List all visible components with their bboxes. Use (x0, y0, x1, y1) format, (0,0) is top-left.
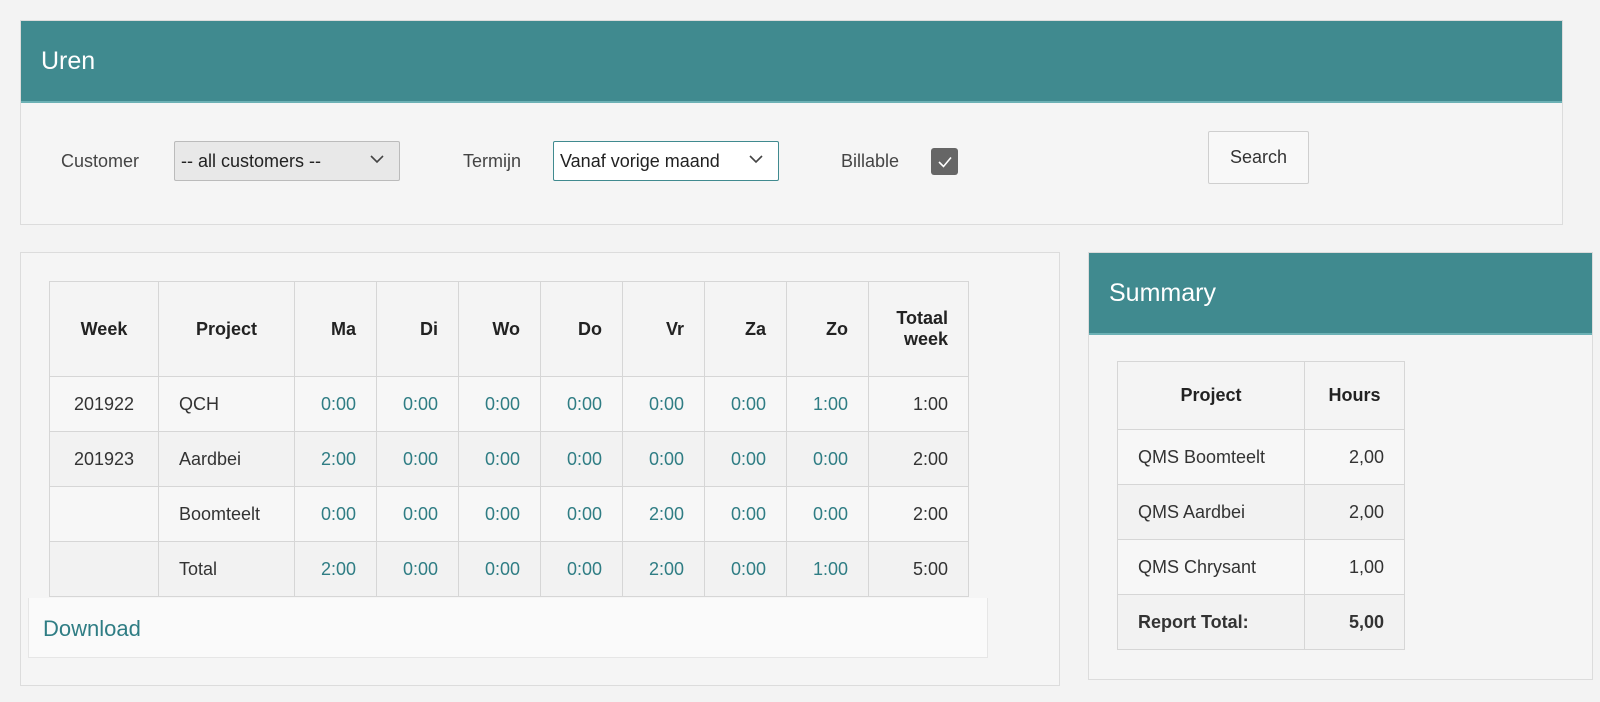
hours-link-za[interactable]: 0:00 (704, 431, 787, 487)
hours-link-wo[interactable]: 0:00 (458, 431, 541, 487)
column-header-di: Di (376, 281, 459, 377)
hours-link-zo[interactable]: 1:00 (786, 541, 869, 597)
hours-link-za[interactable]: 0:00 (704, 541, 787, 597)
termijn-label: Termijn (463, 151, 522, 171)
hours-link-zo[interactable]: 0:00 (786, 431, 869, 487)
column-header-zo: Zo (786, 281, 869, 377)
hours-link-di[interactable]: 0:00 (376, 431, 459, 487)
project-cell: Total (158, 541, 295, 597)
summary-project-cell: QMS Aardbei (1117, 484, 1305, 540)
summary-column-project: Project (1117, 361, 1305, 430)
filter-bar: Customer -- all customers -- Termijn Van… (21, 103, 1562, 223)
summary-project-cell: QMS Chrysant (1117, 539, 1305, 595)
hours-link-zo[interactable]: 1:00 (786, 376, 869, 432)
hours-link-di[interactable]: 0:00 (376, 541, 459, 597)
summary-total-value: 5,00 (1304, 594, 1405, 650)
hours-link-vr[interactable]: 2:00 (622, 541, 705, 597)
table-row-total: Total 2:00 0:00 0:00 0:00 2:00 0:00 1:00… (49, 541, 969, 597)
filter-region: Uren Customer -- all customers -- Termij… (20, 20, 1563, 225)
table-row: 201923 Aardbei 2:00 0:00 0:00 0:00 0:00 … (49, 431, 969, 487)
summary-header-row: Project Hours (1117, 361, 1405, 430)
hours-link-vr[interactable]: 2:00 (622, 486, 705, 542)
chevron-down-icon (369, 151, 385, 170)
hours-link-do[interactable]: 0:00 (540, 541, 623, 597)
project-cell: QCH (158, 376, 295, 432)
page-header: Uren (21, 21, 1562, 103)
hours-link-wo[interactable]: 0:00 (458, 376, 541, 432)
checkmark-icon (937, 156, 952, 168)
column-header-za: Za (704, 281, 787, 377)
summary-region: Summary Project Hours QMS Boomteelt 2,00… (1088, 252, 1593, 680)
summary-total-label: Report Total: (1117, 594, 1305, 650)
project-cell: Aardbei (158, 431, 295, 487)
summary-header: Summary (1089, 253, 1592, 335)
summary-hours-cell: 1,00 (1304, 539, 1405, 595)
download-row: Download (28, 598, 988, 658)
column-header-project: Project (158, 281, 295, 377)
customer-select-value: -- all customers -- (181, 150, 322, 171)
hours-link-wo[interactable]: 0:00 (458, 541, 541, 597)
hours-link-di[interactable]: 0:00 (376, 486, 459, 542)
hours-link-vr[interactable]: 0:00 (622, 376, 705, 432)
column-header-week: Week (49, 281, 159, 377)
termijn-select-value: Vanaf vorige maand (560, 150, 720, 171)
chevron-down-icon (748, 151, 764, 170)
hours-link-ma[interactable]: 2:00 (294, 541, 377, 597)
hours-link-do[interactable]: 0:00 (540, 431, 623, 487)
summary-table: Project Hours QMS Boomteelt 2,00 QMS Aar… (1117, 361, 1405, 650)
hours-link-za[interactable]: 0:00 (704, 486, 787, 542)
week-cell: 201922 (49, 376, 159, 432)
table-row: 201922 QCH 0:00 0:00 0:00 0:00 0:00 0:00… (49, 376, 969, 432)
customer-label: Customer (61, 151, 140, 171)
hours-table: Week Project Ma Di Wo Do Vr Za Zo Totaal… (49, 281, 969, 597)
summary-row: QMS Aardbei 2,00 (1117, 484, 1405, 540)
week-cell: 201923 (49, 431, 159, 487)
column-header-totaal-line1: Totaal (896, 308, 948, 328)
summary-title: Summary (1109, 278, 1216, 307)
week-total-cell: 2:00 (868, 486, 969, 542)
summary-hours-cell: 2,00 (1304, 484, 1405, 540)
hours-link-do[interactable]: 0:00 (540, 376, 623, 432)
column-header-vr: Vr (622, 281, 705, 377)
customer-select[interactable]: -- all customers -- (174, 141, 400, 181)
summary-hours-cell: 2,00 (1304, 429, 1405, 485)
billable-label: Billable (841, 151, 900, 171)
hours-link-ma[interactable]: 0:00 (294, 376, 377, 432)
table-header-row: Week Project Ma Di Wo Do Vr Za Zo Totaal… (49, 281, 969, 377)
week-cell (49, 541, 159, 597)
week-total-cell: 2:00 (868, 431, 969, 487)
column-header-do: Do (540, 281, 623, 377)
column-header-totaal-line2: week (903, 329, 948, 349)
hours-link-wo[interactable]: 0:00 (458, 486, 541, 542)
hours-link-do[interactable]: 0:00 (540, 486, 623, 542)
billable-checkbox[interactable] (931, 148, 958, 175)
summary-row: QMS Chrysant 1,00 (1117, 539, 1405, 595)
hours-link-vr[interactable]: 0:00 (622, 431, 705, 487)
summary-project-cell: QMS Boomteelt (1117, 429, 1305, 485)
week-total-cell: 5:00 (868, 541, 969, 597)
termijn-select[interactable]: Vanaf vorige maand (553, 141, 779, 181)
table-row: Boomteelt 0:00 0:00 0:00 0:00 2:00 0:00 … (49, 486, 969, 542)
hours-link-di[interactable]: 0:00 (376, 376, 459, 432)
hours-link-ma[interactable]: 2:00 (294, 431, 377, 487)
summary-total-row: Report Total: 5,00 (1117, 594, 1405, 650)
summary-column-hours: Hours (1304, 361, 1405, 430)
page-title: Uren (41, 46, 96, 75)
download-link[interactable]: Download (43, 616, 141, 642)
summary-row: QMS Boomteelt 2,00 (1117, 429, 1405, 485)
week-total-cell: 1:00 (868, 376, 969, 432)
search-button[interactable]: Search (1208, 131, 1309, 184)
column-header-totaal-week: Totaal week (868, 281, 969, 377)
column-header-ma: Ma (294, 281, 377, 377)
column-header-wo: Wo (458, 281, 541, 377)
hours-link-zo[interactable]: 0:00 (786, 486, 869, 542)
week-cell (49, 486, 159, 542)
hours-link-ma[interactable]: 0:00 (294, 486, 377, 542)
project-cell: Boomteelt (158, 486, 295, 542)
hours-link-za[interactable]: 0:00 (704, 376, 787, 432)
